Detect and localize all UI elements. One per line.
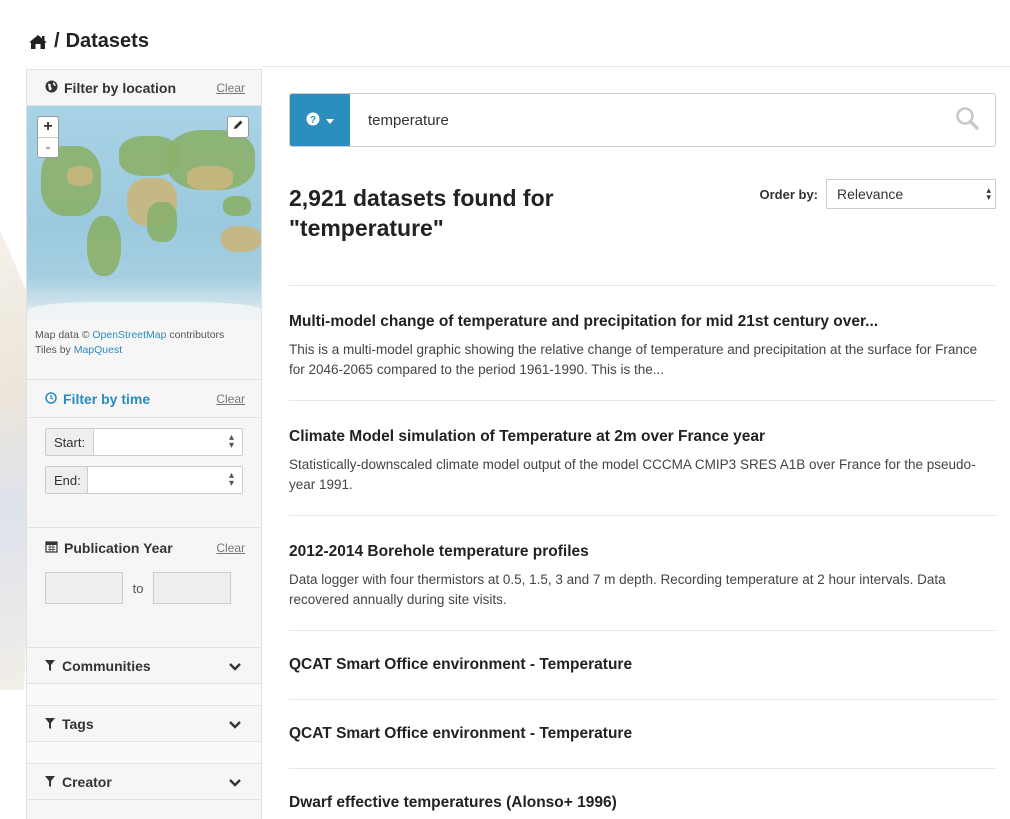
year-from-input[interactable]: [45, 572, 123, 604]
map-zoom-controls: + -: [37, 116, 59, 158]
attribution-text: contributors: [166, 329, 225, 341]
result-title[interactable]: 2012-2014 Borehole temperature profiles: [289, 542, 996, 562]
result-description: Data logger with four thermistors at 0.5…: [289, 572, 946, 607]
result-description: Statistically-downscaled climate model o…: [289, 457, 976, 492]
order-by-label: Order by:: [759, 186, 818, 202]
results-count: 2,921 datasets found for "temperature": [289, 185, 554, 241]
result-item: QCAT Smart Office environment - Temperat…: [289, 700, 996, 769]
result-item: Multi-model change of temperature and pr…: [289, 286, 996, 401]
search-button[interactable]: [939, 94, 995, 146]
filter-icon: [45, 774, 55, 790]
result-title[interactable]: QCAT Smart Office environment - Temperat…: [289, 724, 996, 744]
clock-icon: [45, 391, 57, 407]
facet-title: Creator: [62, 773, 112, 790]
result-item: Climate Model simulation of Temperature …: [289, 401, 996, 516]
result-item: QCAT Smart Office environment - Temperat…: [289, 631, 996, 700]
pub-year-body: to: [27, 568, 261, 648]
result-description: This is a multi-model graphic showing th…: [289, 342, 978, 377]
end-label: End:: [46, 467, 88, 493]
location-clear-link[interactable]: Clear: [216, 81, 245, 95]
end-date-field[interactable]: End: ▴ ▾: [45, 466, 243, 494]
facet-spacer: [27, 742, 261, 764]
results-header: 2,921 datasets found for "temperature" O…: [289, 179, 996, 286]
time-clear-link[interactable]: Clear: [216, 392, 245, 406]
zoom-out-button[interactable]: -: [38, 137, 58, 157]
svg-text:?: ?: [310, 115, 316, 126]
start-date-field[interactable]: Start: ▴ ▾: [45, 428, 243, 456]
time-filter-body: Start: ▴ ▾ End: ▴ ▾: [27, 418, 261, 528]
attribution-text: Map data ©: [35, 329, 93, 341]
facet-communities[interactable]: Communities: [27, 648, 261, 684]
select-arrows-icon: ▴ ▾: [986, 185, 991, 202]
search-input[interactable]: [350, 94, 939, 146]
result-title[interactable]: QCAT Smart Office environment - Temperat…: [289, 655, 996, 675]
pub-year-title: Publication Year: [64, 540, 173, 556]
chevron-down-icon[interactable]: [229, 658, 241, 674]
filter-icon: [45, 716, 55, 732]
zoom-in-button[interactable]: +: [38, 117, 58, 137]
facet-tags[interactable]: Tags: [27, 706, 261, 742]
results-main: ? 2,921 datasets found for "temperature"…: [289, 93, 996, 819]
location-filter-title: Filter by location: [64, 79, 177, 96]
search-icon: [955, 106, 979, 135]
filter-icon: [45, 658, 55, 674]
search-type-dropdown[interactable]: ?: [290, 94, 350, 146]
year-to-label: to: [132, 580, 144, 596]
pub-year-header: Publication Year Clear: [27, 528, 261, 568]
facet-title: Communities: [62, 657, 151, 674]
caret-down-icon: [326, 113, 334, 127]
pub-year-clear-link[interactable]: Clear: [216, 541, 245, 555]
order-by: Order by: Relevance ▴ ▾: [759, 179, 996, 209]
facet-creator[interactable]: Creator: [27, 764, 261, 800]
order-by-select[interactable]: Relevance ▴ ▾: [826, 179, 996, 209]
openstreetmap-link[interactable]: OpenStreetMap: [92, 329, 166, 341]
start-label: Start:: [46, 429, 94, 455]
time-filter-header: Filter by time Clear: [27, 380, 261, 418]
facet-title: Tags: [62, 715, 94, 732]
divider: [262, 66, 1010, 67]
calendar-icon: [45, 540, 58, 556]
order-by-value: Relevance: [837, 186, 904, 202]
chevron-down-icon[interactable]: [229, 716, 241, 732]
result-title[interactable]: Climate Model simulation of Temperature …: [289, 427, 996, 447]
result-item: Dwarf effective temperatures (Alonso+ 19…: [289, 769, 996, 819]
breadcrumb: / Datasets: [28, 30, 149, 53]
search-bar: ?: [289, 93, 996, 147]
year-to-input[interactable]: [153, 572, 231, 604]
result-item: 2012-2014 Borehole temperature profiles …: [289, 516, 996, 631]
mapquest-link[interactable]: MapQuest: [74, 344, 122, 356]
result-title[interactable]: Multi-model change of temperature and pr…: [289, 312, 996, 332]
time-filter-title: Filter by time: [63, 390, 151, 407]
map-attribution: Map data © OpenStreetMap contributors Ti…: [27, 320, 261, 380]
question-icon: ?: [306, 112, 320, 129]
chevron-down-icon[interactable]: [229, 774, 241, 790]
attribution-text: Tiles by: [35, 344, 74, 356]
breadcrumb-separator: /: [54, 30, 60, 52]
breadcrumb-current: Datasets: [65, 30, 149, 52]
location-filter-header: Filter by location Clear: [27, 70, 261, 106]
globe-icon: [45, 80, 58, 96]
spinner-icon[interactable]: ▴ ▾: [229, 433, 234, 451]
facet-spacer: [27, 684, 261, 706]
pencil-icon: [232, 118, 244, 136]
spinner-icon[interactable]: ▴ ▾: [229, 471, 234, 489]
draw-area-button[interactable]: [227, 116, 249, 138]
result-title[interactable]: Dwarf effective temperatures (Alonso+ 19…: [289, 793, 996, 813]
home-icon[interactable]: [28, 34, 48, 50]
sidebar: Filter by location Clear + - Map data © …: [26, 69, 262, 819]
location-map[interactable]: + -: [27, 106, 261, 320]
